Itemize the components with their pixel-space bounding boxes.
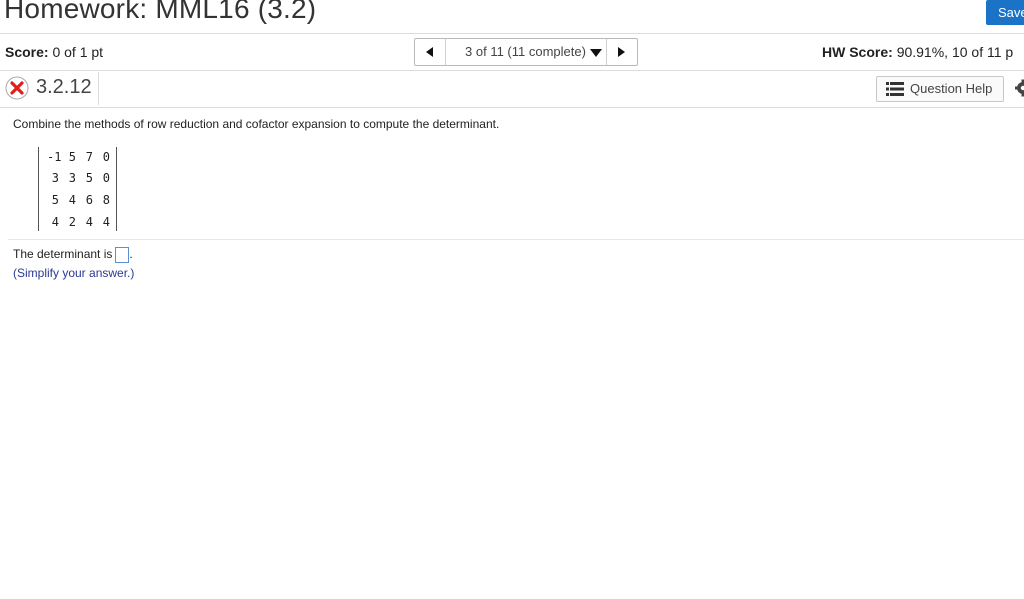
matrix-cell: 4 [51,215,59,229]
score-label: Score: [5,44,49,60]
gear-icon[interactable] [1014,79,1024,97]
matrix-cell: 2 [68,215,76,229]
matrix-cell: 6 [85,193,93,207]
problem-divider [8,239,1024,240]
answer-suffix: . [129,247,133,262]
hw-score-value: 90.91%, 10 of 11 p [896,44,1014,60]
question-number: 3.2.12 [36,76,92,98]
question-position-text: 3 of 11 (11 complete) [465,44,586,59]
answer-line: The determinant is. [13,247,133,263]
question-help-button[interactable]: Question Help [876,76,1004,102]
chevron-down-icon [589,48,602,57]
answer-input[interactable] [115,247,130,263]
next-question-button[interactable] [606,39,637,65]
matrix-cell: 0 [102,150,110,164]
page-title: Homework: MML16 (3.2) [4,0,317,24]
matrix-cell: 4 [85,215,93,229]
question-header-divider [0,107,1024,108]
header-divider [0,33,1024,34]
matrix-cell: 4 [102,215,110,229]
matrix-cell: 3 [51,171,59,185]
incorrect-x-icon [5,76,29,100]
previous-question-button[interactable] [415,39,446,65]
matrix-cell: 7 [85,150,93,164]
list-icon [886,82,904,96]
matrix-cell: 8 [102,193,110,207]
score-display: Score: 0 of 1 pt [5,44,103,60]
answer-prefix: The determinant is [13,247,113,262]
question-navigator: 3 of 11 (11 complete) [414,38,638,66]
matrix-cell: 5 [85,171,93,185]
score-divider [0,70,1024,71]
question-select-dropdown[interactable]: 3 of 11 (11 complete) [446,39,621,65]
matrix-cell: 0 [102,171,110,185]
matrix-cell: -1 [47,150,62,164]
hw-score-display: HW Score: 90.91%, 10 of 11 p [822,44,1013,60]
save-button[interactable]: Save [986,0,1024,25]
matrix-cell: 5 [51,193,59,207]
matrix-cell: 4 [68,193,76,207]
matrix-cell: 3 [68,171,76,185]
question-instruction: Combine the methods of row reduction and… [13,117,500,131]
matrix-cell: 5 [68,150,76,164]
hw-score-label: HW Score: [822,44,893,60]
question-help-label: Question Help [910,81,993,96]
determinant-left-bar [38,147,39,231]
question-number-divider [98,72,99,105]
determinant-right-bar [116,147,117,231]
answer-hint: (Simplify your answer.) [13,266,135,280]
score-value: 0 of 1 pt [52,44,104,60]
